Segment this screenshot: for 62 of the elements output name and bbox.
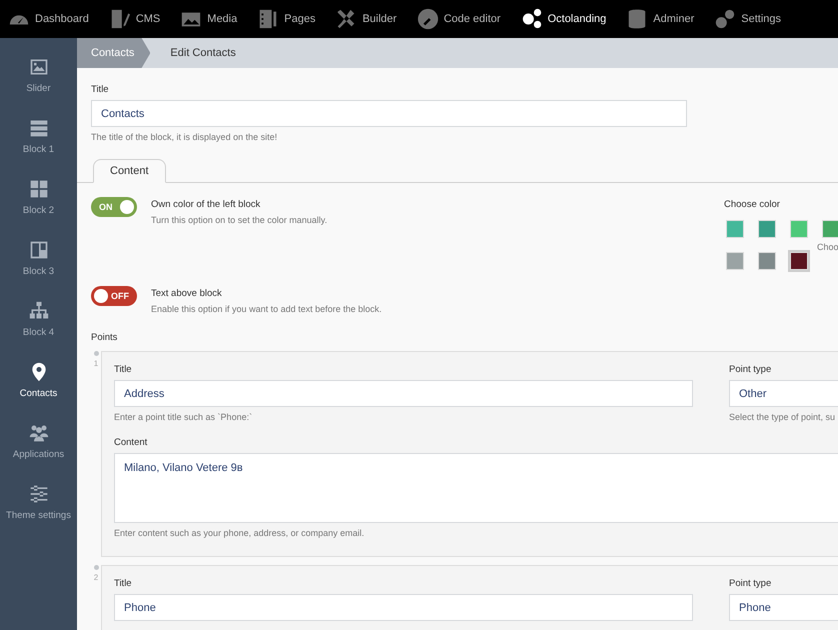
point-number: 2 bbox=[94, 573, 98, 582]
field-hint: Enter a point title such as `Phone:` bbox=[114, 412, 254, 422]
color-swatch[interactable] bbox=[726, 220, 744, 238]
section-label: Points bbox=[91, 332, 118, 343]
nav-item[interactable]: Media bbox=[180, 8, 238, 30]
field-hint: Enter content such as your phone, address, or company email. bbox=[114, 528, 366, 538]
stacked-bars-icon bbox=[28, 118, 48, 138]
toggle-switch[interactable]: OFF bbox=[91, 286, 137, 306]
content-textarea[interactable]: Milano, Vilano Vetere 9в bbox=[114, 453, 838, 523]
nav-item[interactable]: Builder bbox=[335, 8, 397, 30]
hierarchy-icon bbox=[28, 301, 48, 321]
option-hint: Turn this option on to set the color manually. bbox=[151, 215, 328, 225]
option-label: Own color of the left block bbox=[151, 199, 262, 210]
sidebar-item[interactable]: Block 2 bbox=[0, 179, 77, 240]
option-label: Text above block bbox=[151, 288, 223, 299]
chooser-label: Choose color bbox=[724, 199, 781, 210]
drag-handle-icon[interactable] bbox=[94, 351, 98, 356]
sidebar-item[interactable]: Block 3 bbox=[0, 240, 77, 301]
sidebar-item[interactable]: Block 4 bbox=[0, 301, 77, 362]
point-title-field[interactable]: Phone bbox=[114, 594, 693, 621]
nav-item[interactable]: CMS bbox=[108, 8, 160, 30]
field-label: Title bbox=[114, 364, 133, 375]
sliders-icon bbox=[28, 484, 48, 504]
sidebar-item[interactable]: Applications bbox=[0, 423, 77, 484]
point-title-field[interactable]: Address bbox=[114, 380, 693, 407]
database-icon bbox=[626, 8, 648, 30]
sidebar-item[interactable]: Theme settings bbox=[0, 484, 77, 545]
field-label: Content bbox=[114, 437, 148, 448]
group-icon bbox=[28, 423, 48, 443]
content-tab[interactable]: Content bbox=[93, 159, 166, 183]
point-number: 1 bbox=[94, 359, 98, 368]
color-swatch[interactable] bbox=[758, 252, 776, 270]
layout-icon bbox=[28, 240, 48, 260]
field-label: Point type bbox=[729, 364, 772, 375]
nav-item[interactable]: Code editor bbox=[416, 8, 501, 30]
grid-icon bbox=[28, 179, 48, 199]
document-list-icon bbox=[257, 8, 280, 30]
color-swatch[interactable] bbox=[790, 252, 808, 270]
color-swatch[interactable] bbox=[822, 220, 838, 238]
field-hint: The title of the block, it is displayed on the site! bbox=[91, 132, 278, 142]
picture-icon bbox=[28, 57, 48, 77]
drag-handle-icon[interactable] bbox=[94, 565, 98, 570]
sidebar-item[interactable]: Slider bbox=[0, 57, 77, 118]
sidebar-item[interactable]: Contacts bbox=[0, 362, 77, 423]
nav-item[interactable]: Settings bbox=[714, 8, 782, 30]
field-hint: Select the type of point, su bbox=[729, 412, 836, 422]
swatch-caption: Choo bbox=[817, 242, 838, 252]
title-field[interactable]: Contacts bbox=[91, 100, 687, 127]
nav-item[interactable]: Pages bbox=[257, 8, 316, 30]
nav-item[interactable]: Dashboard bbox=[8, 8, 89, 30]
field-label: Point type bbox=[729, 578, 772, 589]
nav-item[interactable]: Adminer bbox=[626, 8, 694, 30]
field-label: Title bbox=[114, 578, 133, 589]
sidebar-item[interactable]: Block 1 bbox=[0, 118, 77, 179]
color-swatch[interactable] bbox=[758, 220, 776, 238]
point-type-select[interactable]: Phone bbox=[729, 594, 838, 621]
color-swatch[interactable] bbox=[790, 220, 808, 238]
option-hint: Enable this option if you want to add text before the block. bbox=[151, 304, 383, 314]
field-label: Title bbox=[91, 84, 110, 95]
color-swatch[interactable] bbox=[726, 252, 744, 270]
point-type-select[interactable]: Other bbox=[729, 380, 838, 407]
nav-item[interactable]: Octolanding bbox=[520, 8, 606, 30]
